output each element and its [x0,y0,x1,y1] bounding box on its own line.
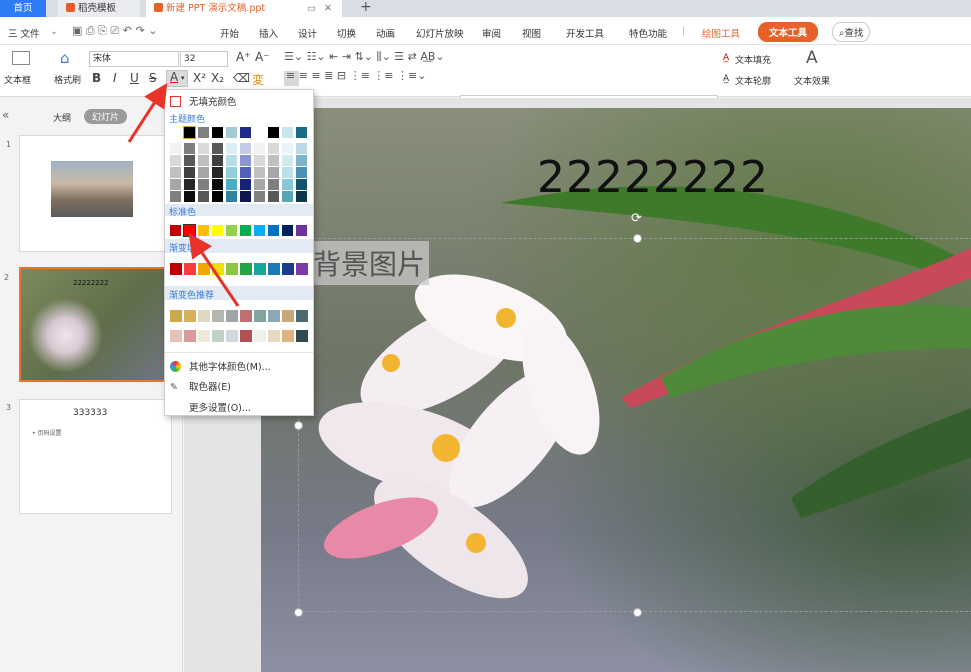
arrow-to-red-swatch [188,233,240,307]
annotation-arrows [127,82,240,307]
arrow-to-font-color [127,82,168,143]
